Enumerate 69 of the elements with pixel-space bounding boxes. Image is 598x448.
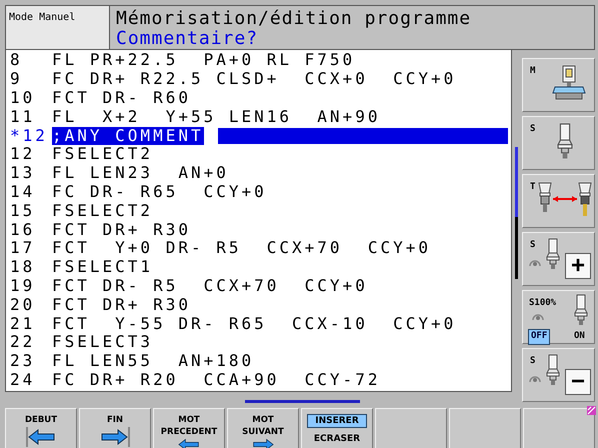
softkey[interactable]: MOT PRECEDENT: [153, 408, 225, 448]
status-icon: [587, 406, 596, 415]
softkey[interactable]: M: [522, 58, 595, 112]
program-line[interactable]: FCT DR- R60: [52, 88, 191, 107]
program-line[interactable]: FC DR+ R20 CCA+90 CCY-72: [52, 370, 380, 389]
line-number: 10: [9, 88, 36, 107]
softkey[interactable]: [375, 408, 447, 448]
softkey[interactable]: DEBUT: [5, 408, 77, 448]
softkey-label: S: [530, 123, 536, 136]
line-number: 13: [9, 164, 36, 182]
step-key: −: [565, 369, 591, 395]
line-number: *12: [9, 126, 49, 145]
program-line[interactable]: FCT Y-55 DR- R65 CCX-10 CCY+0: [52, 314, 456, 333]
toggle-option: INSERER: [307, 414, 367, 428]
program-line[interactable]: FCT DR+ R30: [52, 220, 191, 239]
spindle-icon: [573, 294, 589, 328]
screen-title: Mémorisation/édition programme: [116, 9, 472, 29]
program-line[interactable]: FSELECT3: [52, 333, 154, 352]
spindle-icon: [555, 121, 575, 161]
softkey[interactable]: S −: [522, 348, 595, 402]
line-number: 24: [9, 370, 36, 389]
line-number: 9: [9, 70, 24, 88]
softkey[interactable]: S100% OFF ON: [522, 290, 595, 344]
program-line[interactable]: FL PR+22.5 PA+0 RL F750: [52, 51, 356, 70]
line-number: 8: [9, 51, 24, 70]
program-line[interactable]: FCT DR+ R30: [52, 296, 191, 314]
softkey-label: M: [530, 65, 536, 78]
softkey[interactable]: FIN: [79, 408, 151, 448]
program-line[interactable]: FC DR+ R22.5 CLSD+ CCX+0 CCY+0: [52, 70, 456, 88]
toggle-option: ON: [571, 329, 588, 344]
line-number: 23: [9, 352, 36, 370]
program-line[interactable]: FC DR- R65 CCY+0: [52, 182, 267, 201]
line-number: 21: [9, 314, 36, 333]
line-number: 22: [9, 333, 36, 352]
softkey[interactable]: S +: [522, 232, 595, 286]
toggle-option: ECRASER: [307, 432, 367, 446]
softkey[interactable]: T: [522, 174, 595, 228]
machine-table-icon: [551, 65, 587, 101]
program-line[interactable]: FSELECT2: [52, 202, 154, 220]
line-number: 18: [9, 258, 36, 276]
program-line[interactable]: FCT Y+0 DR- R5 CCX+70 CCY+0: [52, 239, 431, 258]
line-number: 20: [9, 296, 36, 314]
line-number: 17: [9, 239, 36, 258]
dialog-prompt: Commentaire?: [116, 29, 260, 49]
softkey-label: T: [530, 181, 536, 194]
softkey[interactable]: MOT SUIVANT: [227, 408, 299, 448]
line-number: 15: [9, 202, 36, 220]
softkey-label: S: [530, 239, 536, 252]
toggle-option: OFF: [528, 329, 550, 344]
softkey[interactable]: [523, 408, 595, 448]
softkey[interactable]: S: [522, 116, 595, 170]
program-line[interactable]: FL X+2 Y+55 LEN16 AN+90: [52, 108, 380, 126]
line-number: 14: [9, 182, 36, 201]
scroll-thumb: [515, 147, 518, 217]
program-line[interactable]: FSELECT1: [52, 258, 154, 276]
line-number: 11: [9, 108, 36, 126]
softkey-label: S: [530, 355, 536, 368]
step-key: +: [565, 253, 591, 279]
softkey[interactable]: INSERER ECRASER: [301, 408, 373, 448]
program-line[interactable]: FL LEN55 AN+180: [52, 352, 254, 370]
program-line[interactable]: FCT DR- R5 CCX+70 CCY+0: [52, 276, 368, 295]
program-line[interactable]: FL LEN23 AN+0: [52, 164, 229, 182]
softkey[interactable]: [449, 408, 521, 448]
line-number: 19: [9, 276, 36, 295]
program-line[interactable]: FSELECT2: [52, 145, 154, 164]
line-number: 16: [9, 220, 36, 239]
softkey-label: S100%: [529, 297, 556, 310]
line-number: 12: [9, 145, 36, 164]
mode-label: Mode Manuel: [6, 6, 110, 49]
